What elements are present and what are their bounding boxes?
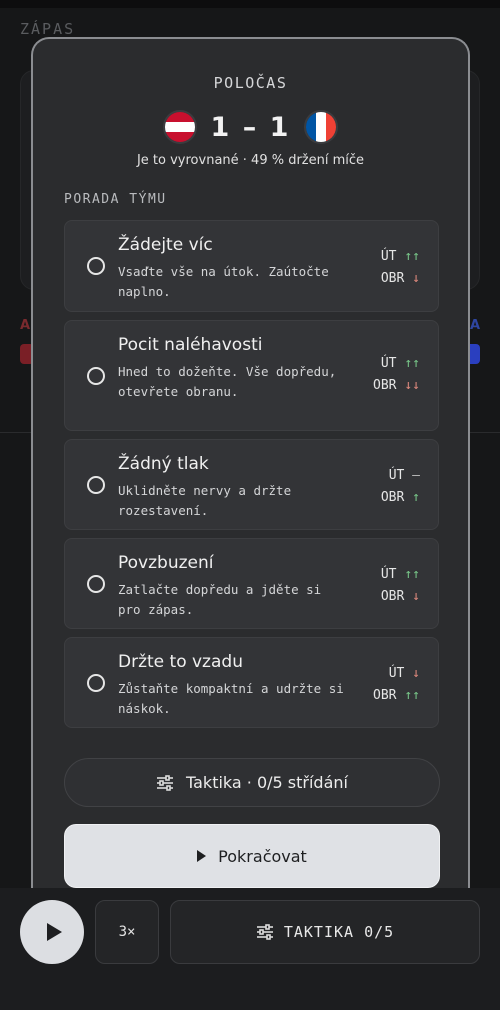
halftime-label: POLOČAS bbox=[213, 74, 288, 92]
radio-button[interactable] bbox=[87, 366, 105, 385]
option-title: Žádejte víc bbox=[118, 235, 213, 255]
attack-label: ÚT bbox=[380, 567, 397, 582]
radio-button[interactable] bbox=[87, 673, 105, 692]
tactics-button[interactable]: Taktika · 0/5 střídání bbox=[64, 758, 440, 807]
play-icon bbox=[197, 850, 207, 862]
sliders-icon bbox=[256, 924, 274, 940]
option-effects: ÚT ↑↑ OBR ↓↓ bbox=[373, 353, 420, 397]
defense-label: OBR bbox=[380, 271, 405, 286]
option-title: Pocit naléhavosti bbox=[118, 335, 263, 355]
match-screen-title: ZÁPAS bbox=[20, 20, 76, 38]
defense-effect: ↓↓ bbox=[404, 378, 420, 393]
attack-label: ÚT bbox=[380, 249, 397, 264]
option-effects: ÚT – OBR ↑ bbox=[381, 465, 420, 509]
team-talk-option[interactable]: Povzbuzení Zatlačte dopředu a jděte si p… bbox=[64, 538, 439, 629]
score-separator: – bbox=[242, 111, 259, 143]
halftime-modal: POLOČAS 1 – 1 Je to vyrovnané · 49 % drž… bbox=[31, 37, 470, 917]
status-strip bbox=[0, 0, 500, 8]
tactics-button-label: Taktika · 0/5 střídání bbox=[186, 773, 348, 792]
defense-effect: ↓ bbox=[412, 271, 420, 286]
team-talk-option[interactable]: Žádejte víc Vsaďte vše na útok. Zaútočte… bbox=[64, 220, 439, 312]
tactics-bar-label: TAKTIKA 0/5 bbox=[283, 923, 395, 941]
option-title: Žádný tlak bbox=[118, 454, 209, 474]
attack-label: ÚT bbox=[380, 356, 397, 371]
option-description: Vsaďte vše na útok. Zaútočte naplno. bbox=[118, 264, 329, 299]
sliders-icon bbox=[156, 774, 174, 791]
team-talk-option[interactable]: Pocit naléhavosti Hned to dožeňte. Vše d… bbox=[64, 320, 439, 431]
attack-effect: ↓ bbox=[412, 666, 420, 681]
team-talk-label: PORADA TÝMU bbox=[64, 192, 167, 207]
match-summary: Je to vyrovnané · 49 % držení míče bbox=[136, 153, 365, 168]
defense-label: OBR bbox=[373, 688, 397, 703]
bottom-control-bar: 3× TAKTIKA 0/5 bbox=[0, 888, 500, 1010]
defense-label: OBR bbox=[380, 490, 405, 505]
away-team-abbr: A bbox=[469, 318, 480, 333]
attack-effect: ↑↑ bbox=[404, 249, 420, 264]
team-talk-option[interactable]: Žádný tlak Uklidněte nervy a držte rozes… bbox=[64, 439, 439, 530]
scoreline: 1 – 1 bbox=[33, 107, 468, 147]
home-score: 1 bbox=[210, 111, 232, 143]
team-talk-option[interactable]: Držte to vzadu Zůstaňte kompaktní a udrž… bbox=[64, 637, 439, 728]
option-effects: ÚT ↓ OBR ↑↑ bbox=[373, 663, 420, 707]
home-team-abbr: A bbox=[20, 318, 31, 333]
option-description: Zůstaňte kompaktní a udržte si náskok. bbox=[118, 681, 344, 716]
attack-effect: ↑↑ bbox=[404, 567, 420, 582]
option-title: Držte to vzadu bbox=[118, 652, 243, 672]
austria-flag-icon bbox=[162, 110, 197, 144]
option-effects: ÚT ↑↑ OBR ↓ bbox=[381, 246, 420, 290]
option-effects: ÚT ↑↑ OBR ↓ bbox=[381, 564, 420, 608]
attack-label: ÚT bbox=[388, 468, 405, 483]
continue-button-label: Pokračovat bbox=[218, 846, 307, 866]
radio-button[interactable] bbox=[87, 257, 105, 275]
defense-effect: ↑↑ bbox=[404, 688, 420, 703]
radio-button[interactable] bbox=[87, 574, 105, 593]
defense-effect: ↑ bbox=[412, 490, 420, 505]
option-description: Uklidněte nervy a držte rozestavení. bbox=[118, 483, 292, 518]
option-description: Zatlačte dopředu a jděte si pro zápas. bbox=[118, 582, 322, 617]
continue-button[interactable]: Pokračovat bbox=[64, 824, 440, 888]
radio-button[interactable] bbox=[87, 475, 105, 494]
option-title: Povzbuzení bbox=[118, 553, 214, 573]
defense-effect: ↓ bbox=[412, 589, 420, 604]
speed-button[interactable]: 3× bbox=[95, 900, 159, 964]
team-talk-options: Žádejte víc Vsaďte vše na útok. Zaútočte… bbox=[64, 220, 439, 736]
option-description: Hned to dožeňte. Vše dopředu, otevřete o… bbox=[118, 364, 337, 399]
score: 1 – 1 bbox=[211, 112, 291, 143]
away-score: 1 bbox=[269, 111, 291, 143]
tactics-bar-button[interactable]: TAKTIKA 0/5 bbox=[170, 900, 480, 964]
speed-label: 3× bbox=[118, 924, 136, 940]
attack-effect: – bbox=[412, 468, 420, 483]
defense-label: OBR bbox=[380, 589, 405, 604]
defense-label: OBR bbox=[373, 378, 397, 393]
play-icon bbox=[46, 923, 62, 941]
france-flag-icon bbox=[304, 110, 339, 144]
play-button[interactable] bbox=[20, 900, 84, 964]
attack-effect: ↑↑ bbox=[404, 356, 420, 371]
attack-label: ÚT bbox=[388, 666, 405, 681]
